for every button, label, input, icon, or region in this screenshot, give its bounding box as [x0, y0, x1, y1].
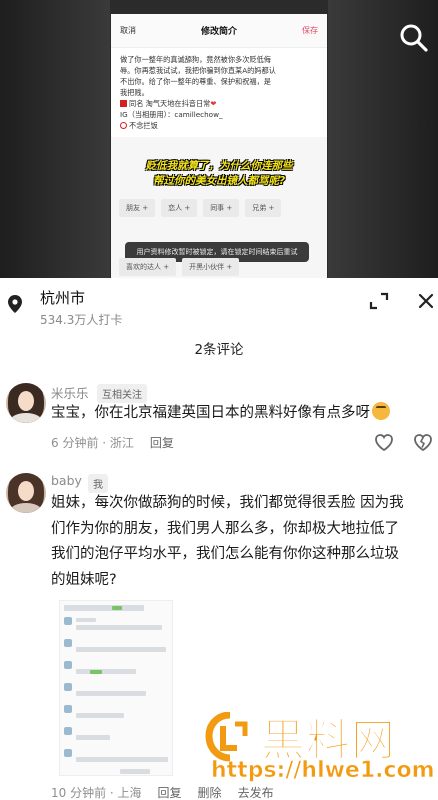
location-pin-icon — [8, 295, 22, 313]
reply-button[interactable]: 回复 — [158, 786, 182, 800]
tag-gaming-buddy: 开黑小伙伴 + — [182, 258, 240, 276]
watermark-logo-icon — [205, 711, 255, 762]
comment-username[interactable]: baby — [51, 473, 82, 488]
tag-favorite-creator: 喜欢的达人 + — [119, 258, 177, 276]
watermark: 黑料网 https://hlwe1.com — [205, 700, 437, 800]
avatar[interactable] — [6, 473, 46, 513]
save-text: 保存 — [301, 26, 318, 35]
avatar[interactable] — [6, 383, 46, 423]
bio-line: 不出你。给了你一整年的尊重、保护和祝福，是 — [120, 77, 271, 86]
emoji-icon — [372, 402, 390, 420]
tag-colleague: 同事 + — [203, 199, 240, 217]
video-blur-left — [0, 0, 110, 278]
ban-icon — [120, 122, 127, 129]
tag-friend: 朋友 + — [119, 199, 156, 217]
flag-icon — [120, 100, 127, 107]
expand-icon[interactable] — [367, 290, 391, 312]
comment-text[interactable]: 宝宝，你在北京福建英国日本的黑料好像有点多呀 — [51, 401, 421, 427]
comment-count-title: 2条评论 — [194, 342, 244, 358]
bio-line: 我把贱。 — [120, 88, 149, 97]
video-frame-screenshot: 取消 修改简介 保存 做了你一整年的真诚舔狗，竟然被你多次贬低侮 辱。你再惹我试… — [111, 14, 327, 278]
close-icon[interactable] — [415, 290, 437, 312]
watermark-url: https://hlwe1.com — [211, 758, 435, 784]
dislike-icon[interactable] — [412, 432, 434, 452]
video-player[interactable]: 取消 修改简介 保存 做了你一整年的真诚舔狗，竟然被你多次贬低侮 辱。你再惹我试… — [0, 0, 438, 278]
tag-brother: 兄弟 + — [245, 199, 282, 217]
search-icon[interactable] — [398, 22, 430, 54]
bio-ig-line: IG（当相册用）：camillechow_ — [120, 110, 223, 119]
edit-bio-title: 修改简介 — [200, 27, 237, 37]
bio-line: 做了你一整年的真诚舔狗，竟然被你多次贬低侮 — [120, 55, 271, 64]
bio-block-line: 不念拦饭 — [120, 120, 318, 131]
cancel-text: 取消 — [120, 26, 136, 35]
bio-name-line: 同名 淘气天地在抖音日常❤ — [120, 98, 318, 109]
profile-edit-header: 取消 修改简介 保存 — [111, 14, 327, 48]
location-city[interactable]: 杭州市 — [40, 287, 85, 308]
interest-tags-row: 喜欢的达人 + 开黑小伙伴 + — [119, 258, 240, 276]
bio-line: 辱。你再惹我试试，我把你骗到你直某A的妈都认 — [120, 66, 276, 75]
relation-tags-row: 朋友 + 恋人 + 同事 + 兄弟 + — [119, 199, 282, 217]
reply-button[interactable]: 回复 — [150, 436, 174, 450]
comment-username[interactable]: 米乐乐 — [51, 383, 89, 402]
comment-image[interactable] — [59, 600, 173, 776]
like-icon[interactable] — [373, 432, 395, 452]
comment-text[interactable]: 姐妹，每次你做舔狗的时候，我们都觉得很丢脸 因为我 们作为你的朋友，我们男人那么… — [51, 491, 436, 593]
comment-meta: 6 分钟前 · 浙江 回复 — [51, 436, 174, 450]
heart-icon: ❤ — [210, 99, 217, 108]
location-checkins: 534.3万人打卡 — [40, 313, 123, 327]
bio-text: 做了你一整年的真诚舔狗，竟然被你多次贬低侮 辱。你再惹我试试，我把你骗到你直某A… — [111, 48, 327, 137]
tag-lover: 恋人 + — [161, 199, 198, 217]
video-caption: 贬低我就算了，为什么你连那些 帮过你的美女出镜人都骂呢? — [145, 160, 293, 187]
